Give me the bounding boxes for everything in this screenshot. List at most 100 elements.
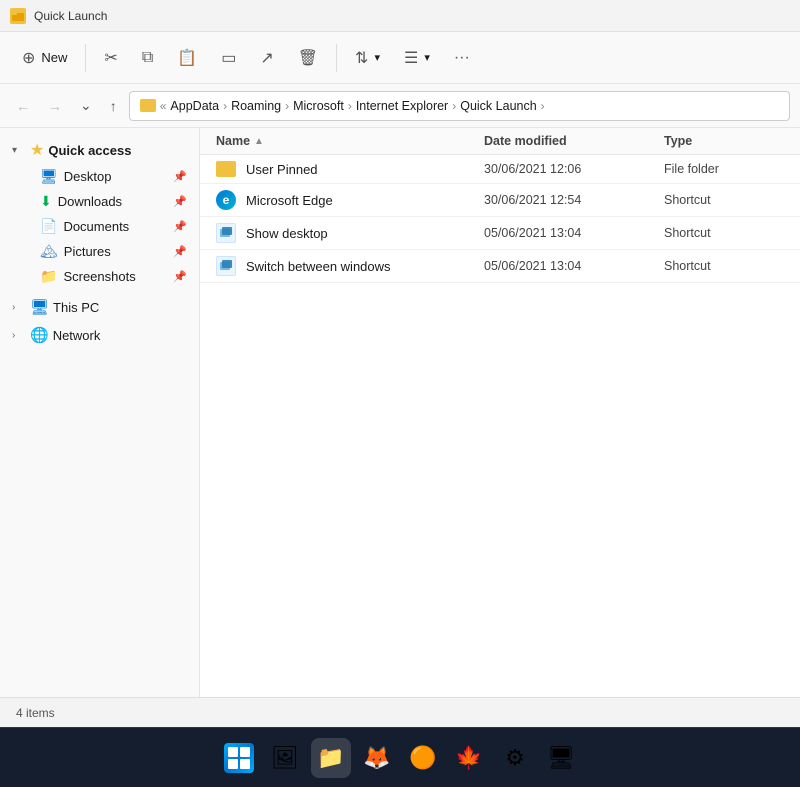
game-button[interactable]: 🍁 (449, 738, 489, 778)
share-icon: ↗ (260, 48, 273, 68)
more-button[interactable]: ··· (444, 43, 480, 73)
folder-icon (216, 161, 236, 177)
file-name-cell: Show desktop (216, 223, 484, 243)
forward-button[interactable]: → (42, 94, 68, 118)
new-icon: ⊕ (22, 48, 35, 68)
table-row[interactable]: User Pinned 30/06/2021 12:06 File folder (200, 155, 800, 184)
file-date: 05/06/2021 13:04 (484, 226, 664, 240)
pin-icon-desktop: 📌 (173, 170, 187, 183)
file-list: Name ▲ Date modified Type User Pinned 30… (200, 128, 800, 697)
pin-icon-screenshots: 📌 (173, 270, 187, 283)
documents-icon: 📄 (40, 218, 57, 235)
windows-start-button[interactable] (219, 738, 259, 778)
rename-button[interactable]: ▭ (211, 42, 246, 74)
file-type: Shortcut (664, 193, 784, 207)
file-name: Microsoft Edge (246, 193, 333, 208)
paste-button[interactable]: 📋 (167, 42, 207, 74)
sidebar-item-network[interactable]: › 🌐 Network (4, 321, 195, 349)
new-button[interactable]: ⊕ New (12, 42, 77, 74)
quick-access-header[interactable]: ▾ ★ Quick access (4, 136, 195, 164)
sort-button[interactable]: ⇅ ▾ (345, 42, 390, 74)
shortcut-icon (216, 223, 236, 243)
address-bar: ← → ⌄ ↑ « AppData › Roaming › Microsoft … (0, 84, 800, 128)
file-name-cell: User Pinned (216, 161, 484, 177)
explorer-icon: 📁 (317, 745, 344, 771)
sidebar-item-documents[interactable]: 📄 Documents 📌 (4, 214, 195, 239)
edge-icon: e (216, 190, 236, 210)
status-text: 4 items (16, 706, 55, 720)
delete-button[interactable]: 🗑 (288, 42, 328, 74)
column-header-name[interactable]: Name ▲ (216, 134, 484, 148)
view-chevron: ▾ (424, 51, 430, 64)
file-type: File folder (664, 162, 784, 176)
rename-icon: ▭ (221, 48, 236, 68)
file-name: Switch between windows (246, 259, 391, 274)
sidebar-item-screenshots[interactable]: 📁 Screenshots 📌 (4, 264, 195, 289)
windows-logo (224, 743, 254, 773)
sidebar-item-thispc[interactable]: › 🖥 This PC (4, 293, 195, 321)
toolbar: ⊕ New ✂ ⧉ 📋 ▭ ↗ 🗑 ⇅ ▾ ☰ ▾ ··· (0, 32, 800, 84)
desktop-icon: 🖥 (40, 168, 58, 185)
quick-access-chevron: ▾ (12, 145, 26, 156)
pictures-icon: 🏔 (40, 243, 58, 260)
pin-icon-downloads: 📌 (173, 195, 187, 208)
quick-access-label: Quick access (48, 143, 131, 158)
paste-icon: 📋 (177, 48, 197, 68)
path-appdata: AppData (170, 99, 219, 113)
vlc-icon: 🟠 (409, 745, 436, 771)
table-row[interactable]: Switch between windows 05/06/2021 13:04 … (200, 250, 800, 283)
sort-icon: ⇅ (355, 48, 368, 68)
game-icon: 🍁 (455, 745, 482, 771)
display-button[interactable]: 🖥 (541, 738, 581, 778)
column-header-type[interactable]: Type (664, 134, 784, 148)
sidebar-item-downloads[interactable]: ⬇ Downloads 📌 (4, 189, 195, 214)
main-content: ▾ ★ Quick access 🖥 Desktop 📌 ⬇ Downloads… (0, 128, 800, 697)
toolbar-separator-1 (85, 44, 86, 72)
path-microsoft: Microsoft (293, 99, 344, 113)
network-icon: 🌐 (30, 326, 49, 344)
screenshots-icon: 📁 (40, 268, 57, 285)
sidebar-item-pictures[interactable]: 🏔 Pictures 📌 (4, 239, 195, 264)
quick-access-star-icon: ★ (30, 140, 44, 160)
cut-button[interactable]: ✂ (94, 42, 127, 74)
downloads-icon: ⬇ (40, 193, 52, 210)
sidebar-item-desktop[interactable]: 🖥 Desktop 📌 (4, 164, 195, 189)
path-ie: Internet Explorer (356, 99, 448, 113)
view-button[interactable]: ☰ ▾ (394, 42, 440, 74)
copy-icon: ⧉ (142, 49, 153, 67)
vlc-button[interactable]: 🟠 (403, 738, 443, 778)
explorer-button[interactable]: 📁 (311, 738, 351, 778)
sidebar-pictures-label: Pictures (64, 244, 168, 259)
file-name-cell: Switch between windows (216, 256, 484, 276)
pin-icon-documents: 📌 (173, 220, 187, 233)
path-folder-icon (140, 99, 156, 112)
address-path[interactable]: « AppData › Roaming › Microsoft › Intern… (129, 91, 790, 121)
sidebar: ▾ ★ Quick access 🖥 Desktop 📌 ⬇ Downloads… (0, 128, 200, 697)
table-row[interactable]: Show desktop 05/06/2021 13:04 Shortcut (200, 217, 800, 250)
back-button[interactable]: ← (10, 94, 36, 118)
title-bar-folder-icon (10, 8, 26, 24)
file-date: 30/06/2021 12:06 (484, 162, 664, 176)
file-date: 05/06/2021 13:04 (484, 259, 664, 273)
sidebar-desktop-label: Desktop (64, 169, 168, 184)
title-bar-text: Quick Launch (34, 9, 107, 23)
gallery-button[interactable]: 🖼 (265, 738, 305, 778)
firefox-icon: 🦊 (363, 745, 390, 771)
toolbar-separator-2 (336, 44, 337, 72)
recent-button[interactable]: ⌄ (74, 93, 98, 118)
settings-icon: ⚙ (505, 745, 525, 771)
sort-arrow-name: ▲ (254, 136, 264, 147)
file-name-cell: e Microsoft Edge (216, 190, 484, 210)
thispc-icon: 🖥 (30, 298, 49, 316)
file-name: User Pinned (246, 162, 318, 177)
column-header-date[interactable]: Date modified (484, 134, 664, 148)
copy-button[interactable]: ⧉ (132, 43, 163, 73)
firefox-button[interactable]: 🦊 (357, 738, 397, 778)
settings-button[interactable]: ⚙ (495, 738, 535, 778)
table-row[interactable]: e Microsoft Edge 30/06/2021 12:54 Shortc… (200, 184, 800, 217)
up-button[interactable]: ↑ (104, 94, 123, 118)
gallery-icon: 🖼 (271, 745, 299, 771)
network-chevron: › (12, 330, 26, 341)
share-button[interactable]: ↗ (250, 42, 283, 74)
file-date: 30/06/2021 12:54 (484, 193, 664, 207)
